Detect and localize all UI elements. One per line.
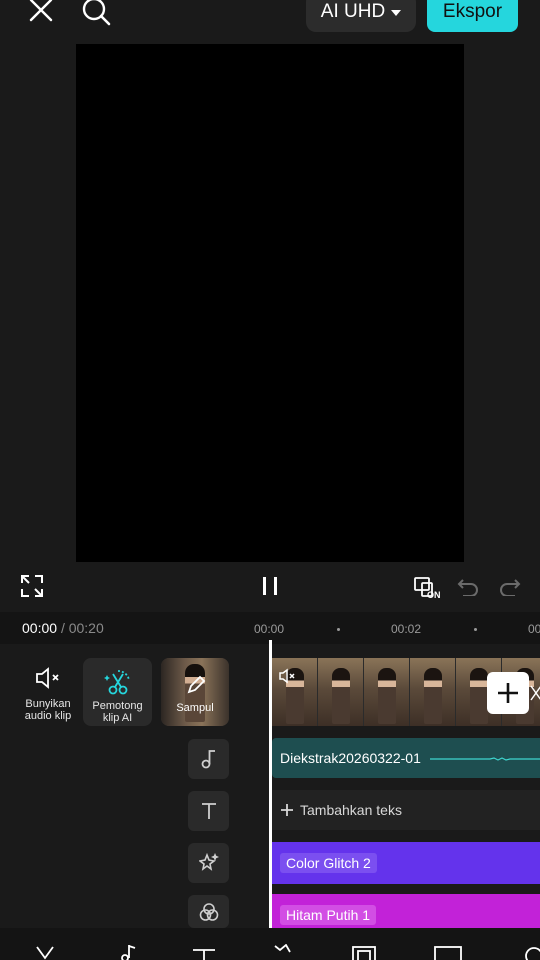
plus-icon	[498, 683, 518, 703]
total-duration: 00:20	[68, 620, 104, 636]
more-icon[interactable]	[520, 944, 540, 960]
add-text-label: Tambahkan teks	[300, 802, 402, 818]
export-button[interactable]: Ekspor	[427, 0, 518, 32]
timecode: 00:00 / 00:20	[22, 620, 104, 636]
clip-muted-icon	[278, 668, 298, 689]
time-separator: /	[60, 620, 65, 636]
fullscreen-icon[interactable]	[20, 574, 44, 598]
add-text-button[interactable]: Tambahkan teks	[280, 802, 402, 818]
edit-pencil-icon	[187, 675, 206, 694]
resolution-label: AI UHD	[320, 1, 386, 22]
ruler-label: 00:02	[391, 622, 422, 636]
effect-clip-label-2: Hitam Putih 1	[280, 905, 377, 925]
effect-clip-label-1: Color Glitch 2	[280, 853, 377, 873]
add-clip-button[interactable]	[487, 672, 529, 714]
cover-label: Sampul	[176, 702, 214, 714]
ai-clip-cutter-button[interactable]: Pemotong klip AI	[83, 658, 152, 726]
chevron-down-icon	[391, 10, 402, 16]
video-frame	[410, 658, 456, 726]
overlay-icon[interactable]	[352, 946, 376, 960]
resolution-button[interactable]: AI UHD	[306, 0, 416, 32]
text-icon	[201, 803, 216, 819]
undo-icon[interactable]	[456, 574, 480, 598]
video-frame	[318, 658, 364, 726]
pause-icon[interactable]	[256, 572, 284, 600]
close-icon[interactable]	[26, 0, 56, 26]
audio-waveform	[430, 757, 540, 761]
video-frame	[364, 658, 410, 726]
ruler-label: 00:00	[254, 622, 285, 636]
cover-button[interactable]: Sampul	[161, 658, 229, 726]
current-time: 00:00	[22, 620, 58, 636]
music-icon[interactable]	[116, 944, 138, 960]
plus-icon	[281, 804, 293, 816]
mute-audio-button[interactable]: Bunyikan audio klip	[16, 666, 80, 722]
search-icon[interactable]	[80, 0, 112, 28]
ai-scissors-icon	[103, 670, 130, 695]
playhead[interactable]	[269, 640, 272, 930]
ruler-label: 00	[528, 622, 540, 636]
mute-audio-label-2: audio klip	[24, 710, 72, 722]
transition-icon[interactable]	[530, 684, 540, 707]
text-track-button[interactable]	[188, 791, 229, 831]
audio-track-label: Diekstrak20260322-01	[280, 750, 421, 766]
filters-track-button[interactable]	[188, 895, 229, 928]
ruler-dot	[337, 628, 340, 631]
speaker-mute-icon	[36, 667, 59, 689]
mute-audio-label-1: Bunyikan	[25, 698, 71, 710]
video-preview[interactable]	[76, 44, 464, 562]
ai-cut-label-2: klip AI	[102, 712, 133, 724]
ruler-dot	[474, 628, 477, 631]
ai-cut-label-1: Pemotong	[92, 700, 143, 712]
dual-screen-badge: ON	[427, 590, 441, 600]
star-effect-icon	[198, 853, 219, 871]
music-note-icon	[201, 750, 215, 769]
dual-screen-toggle[interactable]: ON	[410, 572, 444, 602]
filter-icon	[199, 902, 218, 921]
music-track-button[interactable]	[188, 739, 229, 779]
cut-icon[interactable]	[34, 946, 56, 960]
sticker-icon[interactable]	[272, 944, 294, 960]
aspect-icon[interactable]	[434, 946, 462, 960]
redo-icon[interactable]	[498, 574, 522, 598]
text-icon[interactable]	[192, 948, 216, 960]
effects-track-button[interactable]	[188, 843, 229, 883]
